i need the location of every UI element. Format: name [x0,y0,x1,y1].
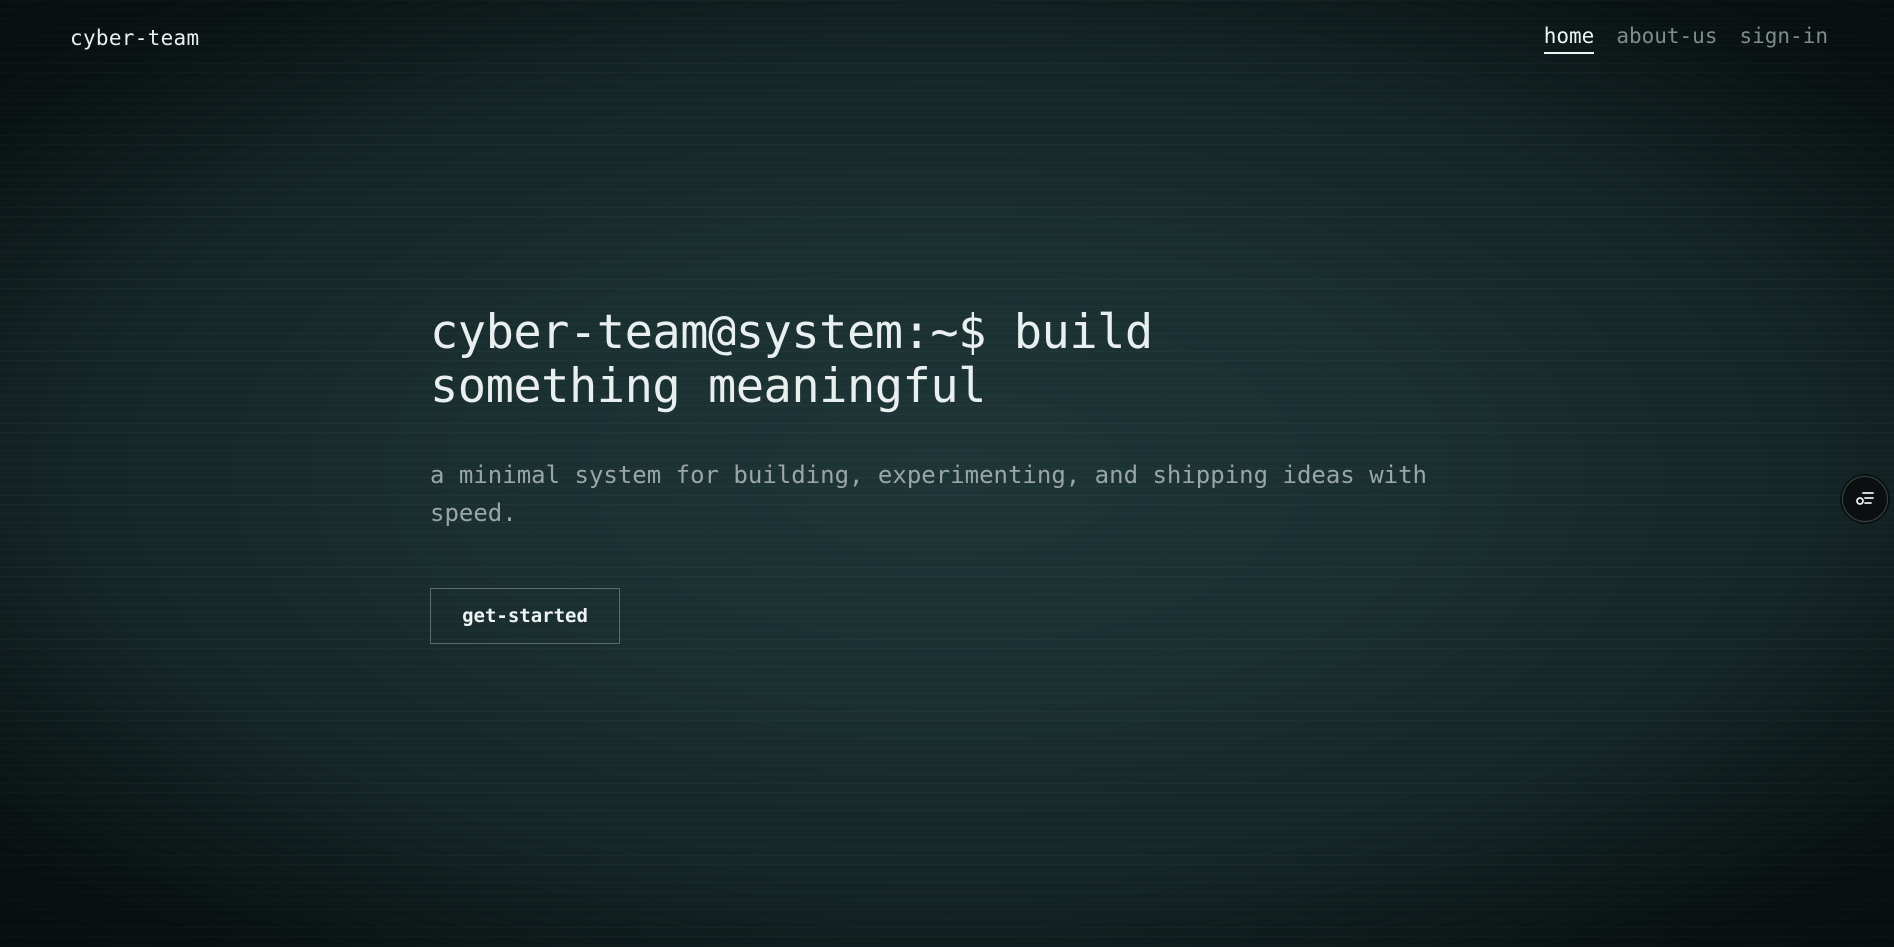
settings-sliders-icon [1856,492,1874,505]
brand-logo[interactable]: cyber-team [70,26,199,50]
hero-section: cyber-team@system:~$ build something mea… [430,306,1490,644]
hero-title: cyber-team@system:~$ build something mea… [430,305,1153,414]
nav-sign-in[interactable]: sign-in [1739,24,1828,54]
nav-about-us[interactable]: about-us [1616,24,1717,54]
hero-subtitle: a minimal system for building, experimen… [430,461,1427,527]
get-started-button[interactable]: get-started [430,588,620,644]
top-nav: home about-us sign-in [1543,24,1828,54]
settings-toggle-button[interactable] [1842,476,1888,522]
nav-home[interactable]: home [1543,24,1595,54]
